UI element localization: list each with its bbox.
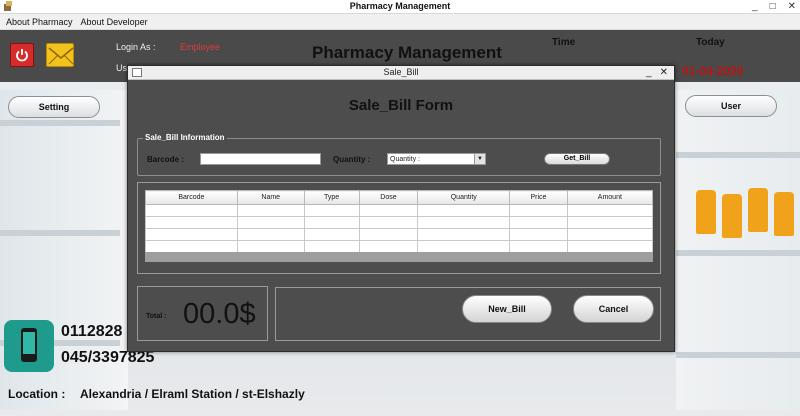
quantity-label: Quantity :	[333, 155, 371, 164]
sale-bill-dialog: Sale_Bill _ ✕ Sale_Bill Form Sale_Bill I…	[127, 65, 675, 352]
table-scroll-area[interactable]	[145, 252, 653, 262]
time-label: Time	[552, 37, 576, 48]
mail-icon	[48, 47, 74, 65]
window-title: Pharmacy Management	[349, 1, 451, 11]
chevron-down-icon[interactable]: ▼	[474, 154, 485, 164]
table-cell[interactable]	[145, 216, 238, 229]
barcode-label: Barcode :	[147, 155, 184, 164]
column-header-barcode[interactable]: Barcode	[145, 190, 238, 205]
quantity-selected-value: Quantity :	[390, 156, 420, 163]
table-cell[interactable]	[303, 216, 360, 229]
table-row[interactable]	[145, 204, 654, 217]
setting-button[interactable]: Setting	[8, 96, 100, 118]
table-cell[interactable]	[566, 216, 654, 229]
table-row[interactable]	[145, 228, 654, 241]
table-cell[interactable]	[303, 228, 360, 241]
phone-number-1: 0112828	[61, 323, 123, 340]
table-cell[interactable]	[509, 216, 568, 229]
table-cell[interactable]	[303, 240, 360, 253]
table-cell[interactable]	[509, 240, 568, 253]
table-cell[interactable]	[417, 216, 511, 229]
mail-button[interactable]	[46, 43, 74, 67]
user-button[interactable]: User	[685, 95, 777, 117]
table-cell[interactable]	[509, 204, 568, 217]
cancel-button[interactable]: Cancel	[573, 295, 654, 323]
table-cell[interactable]	[417, 228, 511, 241]
dialog-title: Sale_Bill	[383, 67, 419, 77]
table-cell[interactable]	[358, 204, 419, 217]
user-label-partial: Us	[116, 63, 127, 73]
power-icon	[16, 49, 28, 62]
table-cell[interactable]	[417, 204, 511, 217]
get-bill-button[interactable]: Get_Bill	[544, 153, 610, 165]
login-role: Employee	[180, 42, 221, 52]
app-title: Pharmacy Management	[312, 43, 502, 62]
total-panel: Total : 00.0$	[137, 286, 268, 341]
column-header-type[interactable]: Type	[303, 190, 360, 205]
menu-about-developer[interactable]: About Developer	[81, 14, 148, 29]
info-legend: Sale_Bill Information	[143, 133, 227, 142]
bill-table[interactable]: Barcode Name Type Dose Quantity Price Am…	[145, 190, 654, 253]
menu-bar: About Pharmacy About Developer	[0, 14, 800, 30]
column-header-dose[interactable]: Dose	[358, 190, 419, 205]
total-value: 00.0$	[183, 298, 256, 330]
dialog-heading: Sale_Bill Form	[348, 97, 454, 114]
sale-bill-info-group: Sale_Bill Information Barcode : Quantity…	[137, 133, 661, 176]
dialog-minimize-icon[interactable]: _	[646, 66, 652, 79]
current-date: 01-04-2020	[682, 64, 744, 78]
column-header-name[interactable]: Name	[236, 190, 305, 205]
main-titlebar: Pharmacy Management _ □ ✕	[0, 0, 800, 14]
column-header-amount[interactable]: Amount	[566, 190, 654, 205]
menu-about-pharmacy[interactable]: About Pharmacy	[6, 14, 73, 29]
minimize-icon[interactable]: _	[752, 0, 758, 14]
quantity-select[interactable]: Quantity : ▼	[387, 153, 486, 165]
table-cell[interactable]	[566, 240, 654, 253]
bill-table-panel: Barcode Name Type Dose Quantity Price Am…	[137, 182, 661, 274]
table-cell[interactable]	[236, 204, 305, 217]
location-value: Alexandria / Elraml Station / st-Elshazl…	[80, 387, 305, 401]
column-header-price[interactable]: Price	[509, 190, 568, 205]
new-bill-button[interactable]: New_Bill	[462, 295, 552, 323]
total-label: Total :	[146, 313, 167, 320]
dialog-titlebar: Sale_Bill _ ✕	[128, 66, 674, 80]
power-button[interactable]	[10, 43, 34, 67]
table-cell[interactable]	[303, 204, 360, 217]
maximize-icon[interactable]: □	[770, 0, 776, 14]
table-cell[interactable]	[358, 240, 419, 253]
table-cell[interactable]	[236, 216, 305, 229]
table-cell[interactable]	[566, 204, 654, 217]
table-cell[interactable]	[358, 216, 419, 229]
table-cell[interactable]	[417, 240, 511, 253]
window-controls: _ □ ✕	[752, 0, 796, 14]
dialog-close-icon[interactable]: ✕	[660, 66, 668, 79]
login-as-label: Login As :	[116, 42, 156, 52]
location-label: Location :	[8, 387, 66, 401]
table-row[interactable]	[145, 240, 654, 253]
table-row[interactable]	[145, 216, 654, 229]
actions-panel: New_Bill Cancel	[275, 287, 661, 341]
table-cell[interactable]	[358, 228, 419, 241]
table-cell[interactable]	[145, 240, 238, 253]
shelf-right-image	[676, 90, 800, 410]
table-cell[interactable]	[236, 228, 305, 241]
today-label: Today	[696, 37, 725, 48]
table-cell[interactable]	[566, 228, 654, 241]
column-header-quantity[interactable]: Quantity	[417, 190, 511, 205]
table-cell[interactable]	[509, 228, 568, 241]
barcode-input[interactable]	[200, 153, 321, 165]
table-cell[interactable]	[145, 228, 238, 241]
close-icon[interactable]: ✕	[788, 0, 796, 14]
table-cell[interactable]	[236, 240, 305, 253]
phone-icon	[4, 320, 54, 372]
table-cell[interactable]	[145, 204, 238, 217]
